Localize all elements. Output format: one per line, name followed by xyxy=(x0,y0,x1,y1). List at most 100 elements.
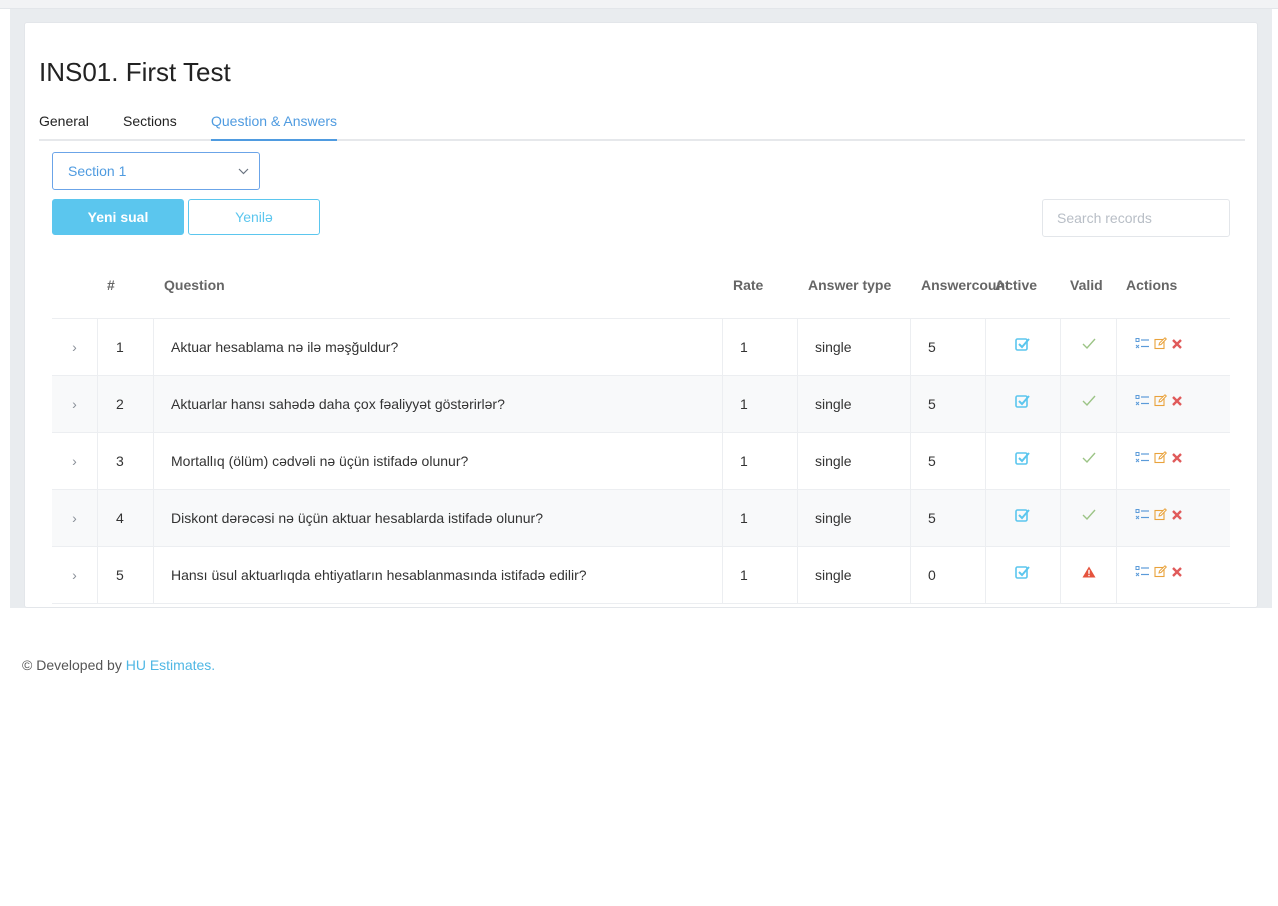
row-num: 4 xyxy=(98,490,154,546)
expand-cell: › xyxy=(52,547,98,603)
row-active xyxy=(986,547,1061,603)
header-question[interactable]: Question xyxy=(154,252,723,318)
checkbox-checked-icon xyxy=(1015,508,1031,525)
expand-cell: › xyxy=(52,433,98,489)
checkbox-checked-icon xyxy=(1015,565,1031,582)
warning-icon xyxy=(1082,565,1096,581)
row-active xyxy=(986,376,1061,432)
chevron-down-icon xyxy=(238,153,249,189)
row-answer-type: single xyxy=(798,490,911,546)
check-icon xyxy=(1082,451,1096,467)
header-answer-count[interactable]: Answer count xyxy=(911,252,1010,318)
row-question: Diskont dərəcəsi nə üçün aktuar hesablar… xyxy=(154,490,723,546)
questions-table: # Question Rate Answer type Answer count… xyxy=(52,252,1230,604)
row-rate: 1 xyxy=(723,319,798,375)
table-row: › 3 Mortallıq (ölüm) cədvəli nə üçün ist… xyxy=(52,433,1230,490)
delete-icon[interactable] xyxy=(1171,394,1183,410)
row-valid xyxy=(1061,547,1117,603)
row-num: 1 xyxy=(98,319,154,375)
checkbox-checked-icon xyxy=(1015,451,1031,468)
page-title: INS01. First Test xyxy=(39,57,231,87)
edit-icon[interactable] xyxy=(1154,451,1168,467)
chevron-right-icon[interactable]: › xyxy=(72,453,77,469)
footer: © Developed by HU Estimates. xyxy=(22,657,215,673)
new-question-button[interactable]: Yeni sual xyxy=(52,199,184,235)
row-answer-count: 5 xyxy=(911,319,986,375)
row-valid xyxy=(1061,319,1117,375)
tab-general[interactable]: General xyxy=(39,113,89,139)
tab-sections[interactable]: Sections xyxy=(123,113,177,139)
header-num[interactable]: # xyxy=(98,252,154,318)
chevron-right-icon[interactable]: › xyxy=(72,396,77,412)
row-actions xyxy=(1117,433,1230,489)
header-active[interactable]: Active xyxy=(986,252,1061,318)
table-row: › 2 Aktuarlar hansı sahədə daha çox fəal… xyxy=(52,376,1230,433)
table-row: › 4 Diskont dərəcəsi nə üçün aktuar hesa… xyxy=(52,490,1230,547)
delete-icon[interactable] xyxy=(1171,508,1183,524)
row-answer-count: 5 xyxy=(911,490,986,546)
header-expand xyxy=(52,252,98,318)
row-active xyxy=(986,490,1061,546)
answers-list-icon[interactable] xyxy=(1135,394,1150,410)
chevron-right-icon[interactable]: › xyxy=(72,339,77,355)
answers-list-icon[interactable] xyxy=(1135,565,1150,581)
row-answer-type: single xyxy=(798,376,911,432)
header-valid[interactable]: Valid xyxy=(1061,252,1117,318)
expand-cell: › xyxy=(52,490,98,546)
table-header: # Question Rate Answer type Answer count… xyxy=(52,252,1230,319)
header-rate[interactable]: Rate xyxy=(723,252,798,318)
row-actions xyxy=(1117,490,1230,546)
row-valid xyxy=(1061,433,1117,489)
check-icon xyxy=(1082,508,1096,524)
edit-icon[interactable] xyxy=(1154,565,1168,581)
chevron-right-icon[interactable]: › xyxy=(72,510,77,526)
header-answer-type[interactable]: Answer type xyxy=(798,252,911,318)
section-select[interactable]: Section 1 xyxy=(52,152,260,190)
expand-cell: › xyxy=(52,376,98,432)
row-num: 2 xyxy=(98,376,154,432)
row-answer-type: single xyxy=(798,547,911,603)
delete-icon[interactable] xyxy=(1171,565,1183,581)
answers-list-icon[interactable] xyxy=(1135,451,1150,467)
expand-cell: › xyxy=(52,319,98,375)
main-card: INS01. First Test General Sections Quest… xyxy=(24,22,1258,608)
row-rate: 1 xyxy=(723,433,798,489)
footer-link[interactable]: HU Estimates. xyxy=(126,657,215,673)
chevron-right-icon[interactable]: › xyxy=(72,567,77,583)
row-valid xyxy=(1061,376,1117,432)
footer-text: © Developed by xyxy=(22,657,122,673)
edit-icon[interactable] xyxy=(1154,337,1168,353)
answers-list-icon[interactable] xyxy=(1135,337,1150,353)
section-select-value: Section 1 xyxy=(68,163,127,179)
row-answer-type: single xyxy=(798,319,911,375)
row-actions xyxy=(1117,319,1230,375)
tabs: General Sections Question & Answers xyxy=(39,113,1245,141)
edit-icon[interactable] xyxy=(1154,394,1168,410)
row-actions xyxy=(1117,376,1230,432)
delete-icon[interactable] xyxy=(1171,337,1183,353)
refresh-button[interactable]: Yenilə xyxy=(188,199,320,235)
answers-list-icon[interactable] xyxy=(1135,508,1150,524)
row-num: 3 xyxy=(98,433,154,489)
row-rate: 1 xyxy=(723,547,798,603)
row-question: Aktuar hesablama nə ilə məşğuldur? xyxy=(154,319,723,375)
row-answer-count: 0 xyxy=(911,547,986,603)
row-answer-type: single xyxy=(798,433,911,489)
row-answer-count: 5 xyxy=(911,433,986,489)
row-valid xyxy=(1061,490,1117,546)
delete-icon[interactable] xyxy=(1171,451,1183,467)
row-rate: 1 xyxy=(723,490,798,546)
check-icon xyxy=(1082,394,1096,410)
row-num: 5 xyxy=(98,547,154,603)
check-icon xyxy=(1082,337,1096,353)
search-input[interactable] xyxy=(1042,199,1230,237)
top-bar xyxy=(0,0,1278,9)
checkbox-checked-icon xyxy=(1015,394,1031,411)
table-row: › 5 Hansı üsul aktuarlıqda ehtiyatların … xyxy=(52,547,1230,604)
row-question: Mortallıq (ölüm) cədvəli nə üçün istifad… xyxy=(154,433,723,489)
row-active xyxy=(986,319,1061,375)
row-rate: 1 xyxy=(723,376,798,432)
tab-question-answers[interactable]: Question & Answers xyxy=(211,113,338,141)
edit-icon[interactable] xyxy=(1154,508,1168,524)
row-question: Hansı üsul aktuarlıqda ehtiyatların hesa… xyxy=(154,547,723,603)
